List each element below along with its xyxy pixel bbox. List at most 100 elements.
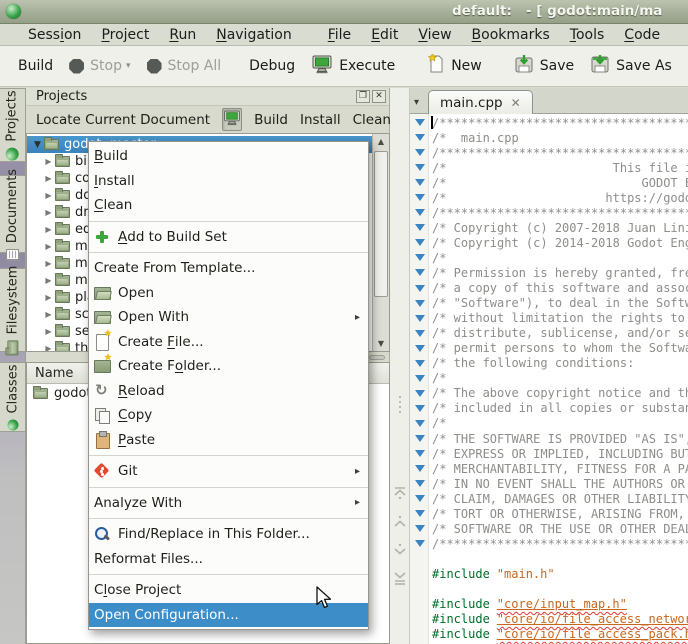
expander-icon[interactable]: ▶ [42, 208, 55, 217]
splitter-grip[interactable] [369, 355, 385, 360]
menu-item[interactable]: Create Folder... [89, 354, 368, 379]
dock-tab-filesystem[interactable]: Filesystem [0, 268, 26, 352]
close-panel-icon[interactable]: ✕ [372, 90, 386, 103]
expander-icon[interactable]: ▶ [42, 157, 55, 166]
menu-item[interactable]: Reload [89, 379, 368, 404]
fold-marker-icon[interactable] [415, 179, 425, 186]
fold-marker-icon[interactable] [415, 375, 425, 382]
fold-marker-icon[interactable] [415, 330, 425, 337]
fold-marker-icon[interactable] [415, 269, 425, 276]
fold-marker-icon[interactable] [415, 254, 425, 261]
panel-build-button[interactable]: Build [254, 112, 288, 128]
expander-icon[interactable]: ▶ [42, 174, 55, 183]
expander-icon[interactable]: ▶ [42, 225, 55, 234]
expander-icon[interactable]: ▼ [31, 140, 44, 150]
fold-marker-icon[interactable] [415, 209, 425, 216]
fold-marker-icon[interactable] [415, 119, 425, 126]
fold-marker-icon[interactable] [415, 390, 425, 397]
scroll-up-icon[interactable]: ▲ [373, 134, 389, 149]
fold-marker-icon[interactable] [415, 149, 425, 156]
expander-icon[interactable]: ▶ [42, 327, 55, 336]
menubar-item[interactable]: File [318, 26, 361, 44]
stop-button[interactable]: Stop ▾ [63, 55, 136, 77]
center-splitter[interactable] [390, 88, 410, 644]
menu-item[interactable] [89, 571, 368, 578]
titlebar[interactable]: default: - [ godot:main/ma [0, 0, 688, 24]
collapse-up-icon[interactable] [393, 514, 407, 530]
menubar-item[interactable]: View [408, 26, 461, 44]
fold-marker-icon[interactable] [415, 134, 425, 141]
fold-marker-icon[interactable] [415, 435, 425, 442]
menu-item[interactable]: Open [89, 281, 368, 306]
menubar-item[interactable]: Session [18, 26, 91, 44]
menu-item[interactable] [89, 218, 368, 225]
fold-marker-icon[interactable] [415, 285, 425, 292]
fold-marker-icon[interactable] [415, 450, 425, 457]
code-editor[interactable]: /***************************************… [410, 114, 688, 644]
fold-marker-icon[interactable] [415, 405, 425, 412]
menu-item[interactable] [89, 484, 368, 491]
menu-item[interactable]: Git ▸ [89, 459, 368, 484]
menu-item[interactable] [89, 452, 368, 459]
scrollbar-thumb[interactable] [374, 151, 388, 297]
menubar-item[interactable]: Edit [361, 26, 408, 44]
expander-icon[interactable]: ▶ [42, 259, 55, 268]
menu-item[interactable]: Install [89, 169, 368, 194]
menu-item[interactable]: Copy [89, 403, 368, 428]
menu-item[interactable]: Create File... [89, 330, 368, 355]
save-button[interactable]: Save [508, 51, 580, 81]
locate-current-document-button[interactable]: Locate Current Document [36, 112, 210, 128]
panel-install-button[interactable]: Install [300, 112, 341, 128]
menu-item[interactable] [89, 515, 368, 522]
collapse-bottom-icon[interactable] [393, 570, 407, 586]
menu-item[interactable]: Clean [89, 193, 368, 218]
expander-icon[interactable]: ▶ [42, 344, 55, 351]
float-panel-icon[interactable]: ❐ [356, 90, 370, 103]
expander-icon[interactable]: ▶ [42, 310, 55, 319]
menubar-item[interactable]: Bookmarks [462, 26, 560, 44]
menubar-item[interactable]: Project [91, 26, 159, 44]
collapse-down-icon[interactable] [393, 542, 407, 558]
menu-item[interactable]: Build [89, 144, 368, 169]
debug-button[interactable]: Debug [243, 55, 301, 77]
collapse-top-icon[interactable] [393, 486, 407, 502]
fold-marker-icon[interactable] [415, 525, 425, 532]
projects-panel-titlebar[interactable]: Projects ❐ ✕ [26, 88, 389, 106]
menubar-item[interactable]: Navigation [206, 26, 302, 44]
menu-item[interactable]: Paste [89, 428, 368, 453]
fold-marker-icon[interactable] [415, 164, 425, 171]
menu-item[interactable]: Reformat Files... [89, 547, 368, 572]
fold-marker-icon[interactable] [415, 420, 425, 427]
fold-marker-icon[interactable] [415, 239, 425, 246]
panel-clean-button[interactable]: Clean [353, 112, 391, 128]
fold-marker-icon[interactable] [415, 480, 425, 487]
fold-marker-icon[interactable] [415, 510, 425, 517]
fold-marker-icon[interactable] [415, 360, 425, 367]
menubar-item[interactable]: Run [159, 26, 206, 44]
tab-main-cpp[interactable]: main.cpp ✕ [428, 90, 533, 114]
fold-marker-icon[interactable] [415, 465, 425, 472]
expander-icon[interactable]: ▶ [42, 191, 55, 200]
menu-item[interactable]: Create From Template... [89, 256, 368, 281]
fold-marker-icon[interactable] [415, 315, 425, 322]
dock-tab-classes[interactable]: Classes [0, 362, 26, 432]
tree-scrollbar[interactable]: ▲ ▼ [372, 134, 389, 351]
undo-button[interactable]: Und [682, 52, 688, 80]
save-as-button[interactable]: Save As [584, 51, 678, 81]
stop-all-button[interactable]: Stop All [141, 55, 228, 77]
new-button[interactable]: New [421, 51, 488, 81]
menu-item[interactable]: Find/Replace in This Folder... [89, 522, 368, 547]
menu-item[interactable] [89, 249, 368, 256]
show-source-button[interactable] [222, 108, 242, 131]
close-tab-icon[interactable]: ✕ [511, 96, 521, 110]
dock-tab-projects[interactable]: Projects [0, 88, 26, 162]
expander-icon[interactable]: ▶ [42, 293, 55, 302]
fold-marker-icon[interactable] [415, 224, 425, 231]
fold-marker-icon[interactable] [415, 194, 425, 201]
execute-button[interactable]: Execute [305, 52, 401, 81]
fold-marker-icon[interactable] [415, 345, 425, 352]
expander-icon[interactable]: ▶ [42, 276, 55, 285]
tab-list-chevron-icon[interactable]: ▾ [414, 97, 419, 108]
fold-marker-icon[interactable] [415, 540, 425, 547]
fold-marker-icon[interactable] [415, 300, 425, 307]
